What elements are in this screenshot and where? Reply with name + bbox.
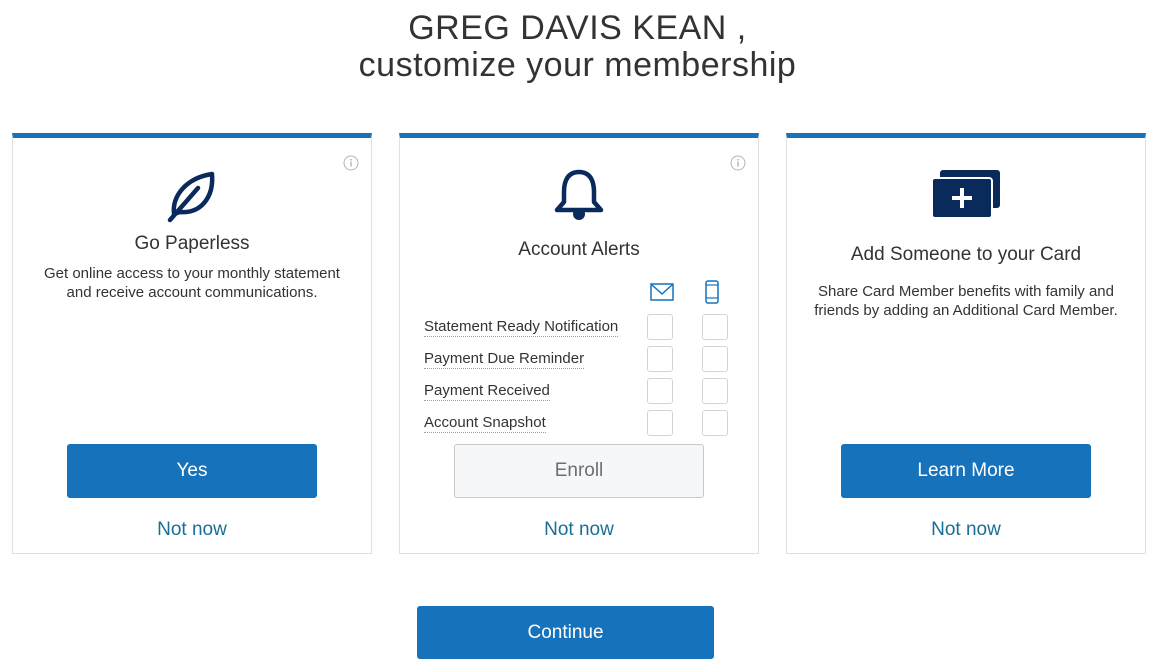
- continue-button[interactable]: Continue: [417, 606, 714, 659]
- page-subtitle: customize your membership: [358, 46, 797, 84]
- alert-label[interactable]: Account Snapshot: [424, 414, 546, 433]
- email-checkbox[interactable]: [647, 378, 673, 404]
- add-member-title: Add Someone to your Card: [850, 244, 1082, 265]
- alert-label[interactable]: Payment Due Reminder: [424, 350, 585, 369]
- add-member-not-now-link[interactable]: Not now: [787, 519, 1145, 541]
- alert-row-statement-ready: Statement Ready Notification: [424, 314, 734, 340]
- member-name: GREG DAVIS KEAN ,: [408, 9, 747, 47]
- email-checkbox[interactable]: [647, 346, 673, 372]
- alerts-not-now-link[interactable]: Not now: [400, 519, 758, 541]
- paperless-description: Get online access to your monthly statem…: [44, 265, 340, 301]
- alert-label[interactable]: Statement Ready Notification: [424, 318, 619, 337]
- membership-customization-page: GREG DAVIS KEAN , customize your members…: [0, 0, 1155, 668]
- alerts-title: Account Alerts: [518, 239, 640, 260]
- learn-more-button[interactable]: Learn More: [841, 444, 1091, 498]
- paperless-not-now-link[interactable]: Not now: [13, 519, 371, 541]
- alert-label[interactable]: Payment Received: [424, 382, 550, 401]
- paperless-yes-button[interactable]: Yes: [67, 444, 317, 498]
- email-icon: [650, 283, 674, 306]
- leaf-icon: [13, 168, 371, 224]
- account-alerts-card: Account Alerts Statement Ready Notificat…: [399, 133, 759, 554]
- mobile-phone-icon: [705, 280, 719, 309]
- email-checkbox[interactable]: [647, 410, 673, 436]
- paperless-card: Go Paperless Get online access to your m…: [12, 133, 372, 554]
- text-checkbox[interactable]: [702, 346, 728, 372]
- text-checkbox[interactable]: [702, 314, 728, 340]
- text-checkbox[interactable]: [702, 410, 728, 436]
- bell-icon: [400, 168, 758, 222]
- page-title: GREG DAVIS KEAN , customize your members…: [0, 10, 1155, 84]
- text-checkbox[interactable]: [702, 378, 728, 404]
- alert-row-payment-received: Payment Received: [424, 378, 734, 404]
- add-member-card: Add Someone to your Card Share Card Memb…: [786, 133, 1146, 554]
- enroll-button[interactable]: Enroll: [454, 444, 704, 498]
- alert-row-account-snapshot: Account Snapshot: [424, 410, 734, 436]
- alert-row-payment-due: Payment Due Reminder: [424, 346, 734, 372]
- add-card-icon: [787, 168, 1145, 220]
- paperless-title: Go Paperless: [134, 233, 250, 254]
- email-checkbox[interactable]: [647, 314, 673, 340]
- add-member-description: Share Card Member benefits with family a…: [814, 283, 1118, 319]
